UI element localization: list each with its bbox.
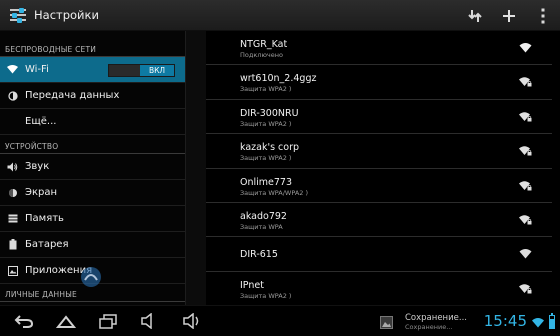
overflow-menu-button[interactable] [534,7,552,25]
wifi-secured-icon [519,215,532,225]
page-title: Настройки [34,8,99,22]
network-item[interactable]: DIR-300NRU Защита WPA2 ) [206,100,552,135]
notification-area[interactable]: Сохранение... Сохранение... [380,310,500,334]
apps-icon [7,265,18,276]
network-status: Защита WPA2 ) [240,291,292,300]
back-button[interactable] [14,313,34,329]
wifi-toggle-label: ВКЛ [140,65,174,76]
wifi-open-icon [519,249,532,259]
network-status: Подключено [240,51,283,59]
data-usage-icon [7,90,18,101]
settings-sidebar: БЕСПРОВОДНЫЕ СЕТИ Wi-Fi ВКЛ Передача дан… [0,31,185,305]
network-item[interactable]: NTGR_Kat Подключено [206,31,552,66]
action-bar: Настройки [0,0,560,31]
network-status: Защита WPA2 ) [240,154,292,163]
clock[interactable]: 15:45 [484,312,527,330]
status-battery-icon [549,313,555,329]
network-name: DIR-615 [240,249,278,261]
watermark-logo-icon [81,267,101,287]
overflow-menu-icon [541,8,545,23]
sidebar-item-sound[interactable]: Звук [0,154,185,180]
wifi-network-list: NTGR_Kat Подключено wrt610n_2.4ggz Защит… [206,31,560,305]
network-status: Защита WPA2 ) [240,119,292,128]
panel-divider [185,31,206,305]
network-item[interactable]: kazak's corp Защита WPA2 ) [206,134,552,169]
network-status: Защита WPA [240,222,283,231]
scan-icon [468,9,482,22]
network-item[interactable]: akado792 Защита WPA [206,203,552,238]
volume-down-icon [141,312,152,330]
network-name: akado792 [240,210,287,222]
wifi-signal-icon [519,43,532,53]
volume-down-button[interactable] [140,312,160,330]
sidebar-item-label: Ещё... [25,116,57,127]
wifi-secured-icon [519,112,532,122]
screenshot-icon [380,315,393,329]
sidebar-item-storage[interactable]: Память [0,206,185,232]
battery-icon [7,239,18,250]
scan-button[interactable] [466,7,484,25]
volume-up-button[interactable] [182,312,202,330]
sidebar-item-battery[interactable]: Батарея [0,232,185,258]
sidebar-item-more[interactable]: Ещё... [0,109,185,135]
display-icon [7,187,18,198]
sound-icon [7,161,18,172]
recent-apps-icon [99,314,117,329]
sidebar-item-label: Звук [25,161,50,172]
sidebar-item-data-usage[interactable]: Передача данных [0,83,185,109]
network-item[interactable]: wrt610n_2.4ggz Защита WPA2 ) [206,65,552,100]
settings-app-icon[interactable] [9,6,27,24]
system-bar: Сохранение... Сохранение... 15:45 [0,305,560,336]
wifi-secured-icon [519,77,532,87]
wifi-toggle[interactable]: ВКЛ [108,64,175,77]
notification-title: Сохранение... [405,313,467,323]
wifi-secured-icon [519,146,532,156]
wifi-secured-icon [519,180,532,191]
add-network-button[interactable] [500,7,518,25]
sidebar-item-label: Память [25,213,64,224]
network-name: Onlime773 [240,176,293,188]
home-icon [55,315,77,328]
network-status: Защита WPA2 ) [240,85,292,94]
network-name: DIR-300NRU [240,107,299,119]
section-header-wireless: БЕСПРОВОДНЫЕ СЕТИ [0,43,185,57]
wifi-secured-icon [519,283,532,294]
network-name: IPnet [240,279,264,291]
network-item[interactable]: Onlime773 Защита WPA/WPA2 ) [206,169,552,203]
volume-up-icon [183,312,199,330]
sidebar-item-label: Передача данных [25,90,120,101]
sidebar-item-label: Приложения [25,265,93,276]
home-button[interactable] [55,313,77,329]
network-name: wrt610n_2.4ggz [240,73,317,85]
add-network-icon [503,9,515,22]
notification-subtitle: Сохранение... [405,323,453,331]
wifi-icon [7,64,18,75]
recent-apps-button[interactable] [98,313,118,329]
sidebar-item-label: Экран [25,187,58,198]
section-header-personal: ЛИЧНЫЕ ДАННЫЕ [0,288,185,302]
sidebar-item-display[interactable]: Экран [0,180,185,206]
network-item[interactable]: IPnet Защита WPA2 ) [206,272,552,305]
section-header-device: УСТРОЙСТВО [0,140,185,154]
network-name: kazak's corp [240,142,300,154]
network-name: NTGR_Kat [240,39,288,50]
back-icon [14,315,34,328]
network-status: Защита WPA/WPA2 ) [240,188,309,197]
sidebar-item-label: Батарея [25,239,69,250]
status-wifi-icon [532,318,544,328]
network-item[interactable]: DIR-615 [206,237,552,272]
sidebar-item-wifi[interactable]: Wi-Fi ВКЛ [0,57,185,83]
storage-icon [7,213,18,224]
